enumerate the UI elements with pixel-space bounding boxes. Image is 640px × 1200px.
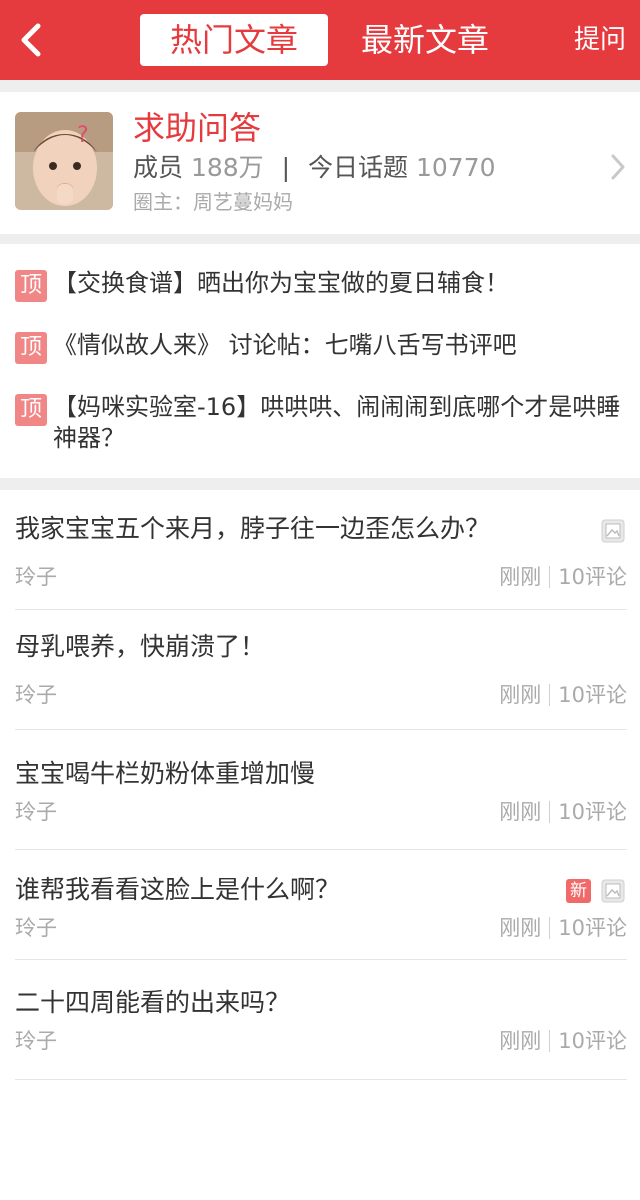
post-title: 宝宝喝牛栏奶粉体重增加慢 xyxy=(15,759,316,788)
topics-label: 今日话题 xyxy=(308,153,409,182)
meta-divider xyxy=(549,801,551,823)
group-info-card[interactable]: ? 求助问答 成员 188万 | 今日话题 10770 圈主：周艺蔓妈妈 xyxy=(0,92,640,234)
pinned-badge: 顶 xyxy=(15,332,47,364)
post-time: 刚刚 xyxy=(499,800,542,824)
post-author: 玲子 xyxy=(15,916,57,940)
post-item[interactable]: 二十四周能看的出来吗？ 玲子 刚刚 10评论 xyxy=(15,960,627,1080)
post-author: 玲子 xyxy=(15,1029,57,1053)
post-author: 玲子 xyxy=(15,565,57,589)
post-time: 刚刚 xyxy=(499,565,542,589)
back-button[interactable] xyxy=(12,18,52,62)
pinned-post[interactable]: 顶 【交换食谱】晒出你为宝宝做的夏日辅食！ xyxy=(15,268,625,302)
pinned-post[interactable]: 顶 【妈咪实验室-16】哄哄哄、闹闹闹到底哪个才是哄睡神器？ xyxy=(15,392,625,454)
tab-latest-articles[interactable]: 最新文章 xyxy=(340,14,510,66)
meta-divider xyxy=(549,917,551,939)
post-meta: 刚刚 10评论 xyxy=(499,1026,627,1056)
group-stats: 成员 188万 | 今日话题 10770 xyxy=(133,150,496,186)
post-title: 母乳喂养，快崩溃了！ xyxy=(15,632,266,661)
pinned-posts: 顶 【交换食谱】晒出你为宝宝做的夏日辅食！ 顶 《情似故人来》 讨论帖：七嘴八舌… xyxy=(0,244,640,478)
pinned-post-title: 《情似故人来》 讨论帖：七嘴八舌写书评吧 xyxy=(53,331,517,359)
pinned-post-title: 【妈咪实验室-16】哄哄哄、闹闹闹到底哪个才是哄睡神器？ xyxy=(53,393,621,452)
post-meta: 刚刚 10评论 xyxy=(499,797,627,827)
post-item[interactable]: 谁帮我看看这脸上是什么啊？ 新 玲子 刚刚 10评论 xyxy=(15,850,627,960)
section-divider xyxy=(0,234,640,244)
stats-separator: | xyxy=(281,153,291,182)
meta-divider xyxy=(549,1030,551,1052)
post-title: 我家宝宝五个来月，脖子往一边歪怎么办？ xyxy=(15,514,491,543)
post-meta: 刚刚 10评论 xyxy=(499,913,627,943)
meta-divider xyxy=(549,684,551,706)
post-comments: 10评论 xyxy=(558,683,627,707)
topics-count: 10770 xyxy=(416,153,496,182)
post-meta: 刚刚 10评论 xyxy=(499,562,627,592)
ask-question-button[interactable]: 提问 xyxy=(574,22,626,58)
post-item[interactable]: 宝宝喝牛栏奶粉体重增加慢 玲子 刚刚 10评论 xyxy=(15,730,627,850)
post-item[interactable]: 我家宝宝五个来月，脖子往一边歪怎么办？ 玲子 刚刚 10评论 xyxy=(15,490,627,610)
pinned-post-title: 【交换食谱】晒出你为宝宝做的夏日辅食！ xyxy=(53,269,509,297)
tab-hot-articles[interactable]: 热门文章 xyxy=(140,14,328,66)
pinned-post[interactable]: 顶 《情似故人来》 讨论帖：七嘴八舌写书评吧 xyxy=(15,330,625,364)
post-title: 谁帮我看看这脸上是什么啊？ xyxy=(15,875,341,904)
post-author: 玲子 xyxy=(15,683,57,707)
image-icon xyxy=(601,879,625,903)
post-time: 刚刚 xyxy=(499,683,542,707)
group-owner: 圈主：周艺蔓妈妈 xyxy=(133,190,293,214)
top-bar: 热门文章 最新文章 提问 xyxy=(0,0,640,80)
members-label: 成员 xyxy=(133,153,184,182)
post-comments: 10评论 xyxy=(558,800,627,824)
members-count: 188万 xyxy=(190,153,264,182)
post-title: 二十四周能看的出来吗？ xyxy=(15,988,291,1017)
chevron-left-icon xyxy=(21,23,41,57)
pinned-badge: 顶 xyxy=(15,270,47,302)
post-comments: 10评论 xyxy=(558,1029,627,1053)
section-divider xyxy=(0,478,640,490)
post-time: 刚刚 xyxy=(499,916,542,940)
post-time: 刚刚 xyxy=(499,1029,542,1053)
post-comments: 10评论 xyxy=(558,565,627,589)
meta-divider xyxy=(549,566,551,588)
new-badge: 新 xyxy=(566,879,591,903)
chevron-right-icon xyxy=(608,152,628,182)
pinned-badge: 顶 xyxy=(15,394,47,426)
group-name: 求助问答 xyxy=(133,109,262,147)
post-comments: 10评论 xyxy=(558,916,627,940)
svg-text:?: ? xyxy=(77,123,89,148)
image-icon xyxy=(601,519,625,543)
section-divider xyxy=(0,80,640,92)
post-item[interactable]: 母乳喂养，快崩溃了！ 玲子 刚刚 10评论 xyxy=(15,610,627,730)
group-avatar: ? xyxy=(15,112,113,210)
post-meta: 刚刚 10评论 xyxy=(499,680,627,710)
avatar-image: ? xyxy=(15,112,113,210)
post-author: 玲子 xyxy=(15,800,57,824)
